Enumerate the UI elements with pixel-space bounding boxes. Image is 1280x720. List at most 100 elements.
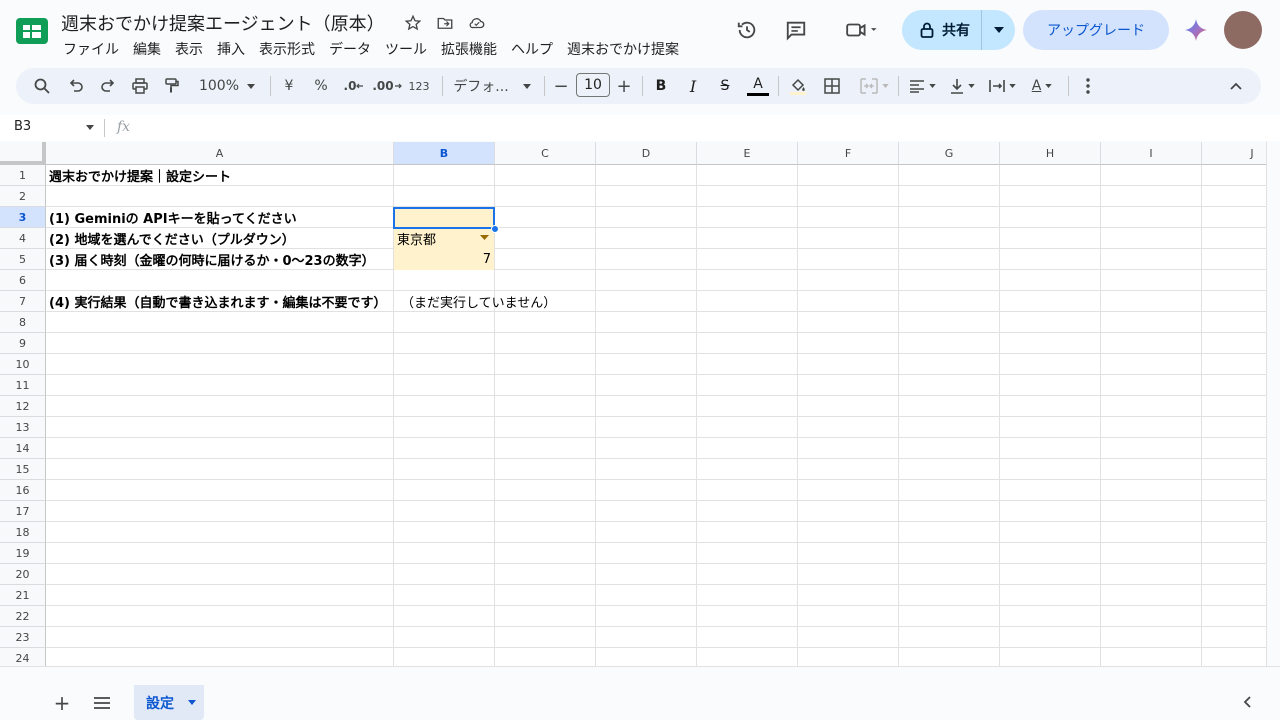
text-wrap-button[interactable] (984, 68, 1020, 104)
row-header-2[interactable]: 2 (0, 186, 46, 207)
row-header-8[interactable]: 8 (0, 312, 46, 333)
menu-format[interactable]: 表示形式 (252, 37, 322, 61)
collapse-toolbar-chevron-up-icon[interactable] (1224, 68, 1248, 104)
name-box[interactable]: B3 (14, 119, 31, 134)
italic-button[interactable]: I (682, 68, 704, 104)
print-icon[interactable] (128, 68, 152, 104)
sheet-tab-chevron-down-icon[interactable] (188, 700, 196, 705)
column-header-f[interactable]: F (798, 142, 899, 165)
number-format-button[interactable]: 123 (406, 68, 432, 104)
zoom-select[interactable]: 100% (192, 68, 262, 104)
sheet-tab-settings[interactable]: 設定 (134, 685, 204, 720)
decrease-decimal-button[interactable]: .0 (342, 68, 366, 104)
column-header-i[interactable]: I (1101, 142, 1202, 165)
cell-a1[interactable]: 週末おでかけ提案｜設定シート (46, 165, 234, 186)
row-header-12[interactable]: 12 (0, 396, 46, 417)
row-header-18[interactable]: 18 (0, 522, 46, 543)
document-title[interactable]: 週末おでかけ提案エージェント（原本） (61, 10, 385, 36)
strikethrough-button[interactable]: S (714, 68, 736, 104)
increase-font-size-button[interactable]: + (614, 68, 634, 104)
redo-icon[interactable] (96, 68, 120, 104)
column-header-b[interactable]: B (394, 142, 495, 165)
column-header-j[interactable]: J (1202, 142, 1266, 165)
column-header-c[interactable]: C (495, 142, 596, 165)
row-header-22[interactable]: 22 (0, 606, 46, 627)
meet-video-icon[interactable] (835, 10, 885, 50)
cell-b4-region-dropdown[interactable]: 東京都 (394, 228, 494, 249)
add-sheet-plus-icon[interactable]: + (50, 691, 74, 715)
cell-a4[interactable]: (2) 地域を選んでください（プルダウン） (46, 228, 298, 249)
horizontal-scrollbar[interactable] (0, 666, 1280, 685)
undo-icon[interactable] (64, 68, 88, 104)
row-header-4[interactable]: 4 (0, 228, 46, 249)
row-header-19[interactable]: 19 (0, 543, 46, 564)
row-header-15[interactable]: 15 (0, 459, 46, 480)
menu-view[interactable]: 表示 (168, 37, 210, 61)
currency-format-button[interactable]: ¥ (278, 68, 300, 104)
row-header-24[interactable]: 24 (0, 648, 46, 666)
bold-button[interactable]: B (650, 68, 672, 104)
row-header-5[interactable]: 5 (0, 249, 46, 270)
row-header-20[interactable]: 20 (0, 564, 46, 585)
fill-handle[interactable] (491, 225, 499, 233)
decrease-font-size-button[interactable]: − (551, 68, 571, 104)
column-header-g[interactable]: G (899, 142, 1000, 165)
row-header-11[interactable]: 11 (0, 375, 46, 396)
menu-insert[interactable]: 挿入 (210, 37, 252, 61)
row-header-13[interactable]: 13 (0, 417, 46, 438)
gemini-icon[interactable] (1176, 10, 1216, 50)
row-header-7[interactable]: 7 (0, 291, 46, 312)
upgrade-button[interactable]: アップグレード (1023, 10, 1169, 50)
borders-icon[interactable] (820, 68, 844, 104)
vertical-align-button[interactable] (944, 68, 980, 104)
share-button[interactable]: 共有 (902, 10, 1015, 50)
cell-a5[interactable]: (3) 届く時刻（金曜の何時に届けるか・0〜23の数字） (46, 249, 378, 270)
column-header-a[interactable]: A (46, 142, 394, 165)
spreadsheet-grid[interactable]: A B C D E F G H I J 1 2 3 4 5 6 7 8 9 10 11 12 13 14 1… (0, 142, 1266, 666)
menu-help[interactable]: ヘルプ (504, 37, 560, 61)
sheets-logo-icon[interactable] (16, 16, 48, 46)
move-folder-icon[interactable] (434, 12, 456, 34)
column-header-d[interactable]: D (596, 142, 697, 165)
menu-custom-outing[interactable]: 週末おでかけ提案 (560, 37, 686, 61)
cell-b7-result[interactable]: （まだ実行していません） (398, 291, 559, 312)
row-header-3[interactable]: 3 (0, 207, 46, 228)
fill-color-icon[interactable] (786, 68, 810, 104)
row-header-6[interactable]: 6 (0, 270, 46, 291)
menu-edit[interactable]: 編集 (126, 37, 168, 61)
menu-extensions[interactable]: 拡張機能 (434, 37, 504, 61)
row-header-21[interactable]: 21 (0, 585, 46, 606)
paint-format-icon[interactable] (160, 68, 184, 104)
avatar[interactable] (1224, 11, 1262, 49)
cell-b5-delivery-hour[interactable]: 7 (394, 249, 494, 270)
increase-decimal-button[interactable]: .00 (372, 68, 402, 104)
row-header-16[interactable]: 16 (0, 480, 46, 501)
cell-a7[interactable]: (4) 実行結果（自動で書き込まれます・編集は不要です） (46, 291, 389, 312)
name-box-chevron-down-icon[interactable] (86, 125, 94, 130)
star-icon[interactable] (402, 12, 424, 34)
more-options-icon[interactable] (1078, 68, 1098, 104)
vertical-scrollbar[interactable] (1266, 142, 1280, 666)
row-header-14[interactable]: 14 (0, 438, 46, 459)
column-header-e[interactable]: E (697, 142, 798, 165)
text-rotation-button[interactable]: A (1024, 68, 1060, 104)
sheet-nav-chevron-left-icon[interactable] (1243, 693, 1251, 712)
percent-format-button[interactable]: % (310, 68, 332, 104)
font-family-select[interactable]: デフォ... (448, 68, 536, 104)
row-header-1[interactable]: 1 (0, 165, 46, 186)
text-color-button[interactable]: A (746, 68, 770, 104)
cloud-saved-icon[interactable] (466, 12, 488, 34)
cell-a3[interactable]: (1) Geminiの APIキーを貼ってください (46, 207, 300, 228)
version-history-icon[interactable] (727, 10, 767, 50)
row-header-17[interactable]: 17 (0, 501, 46, 522)
menu-file[interactable]: ファイル (56, 37, 126, 61)
search-icon[interactable] (30, 68, 54, 104)
row-header-10[interactable]: 10 (0, 354, 46, 375)
menu-tools[interactable]: ツール (378, 37, 434, 61)
menu-data[interactable]: データ (322, 37, 378, 61)
share-dropdown-chevron-down-icon[interactable] (982, 27, 1015, 33)
region-dropdown-chevron-down-icon[interactable] (480, 235, 489, 240)
all-sheets-menu-icon[interactable] (90, 691, 114, 715)
row-header-9[interactable]: 9 (0, 333, 46, 354)
horizontal-align-button[interactable] (904, 68, 940, 104)
